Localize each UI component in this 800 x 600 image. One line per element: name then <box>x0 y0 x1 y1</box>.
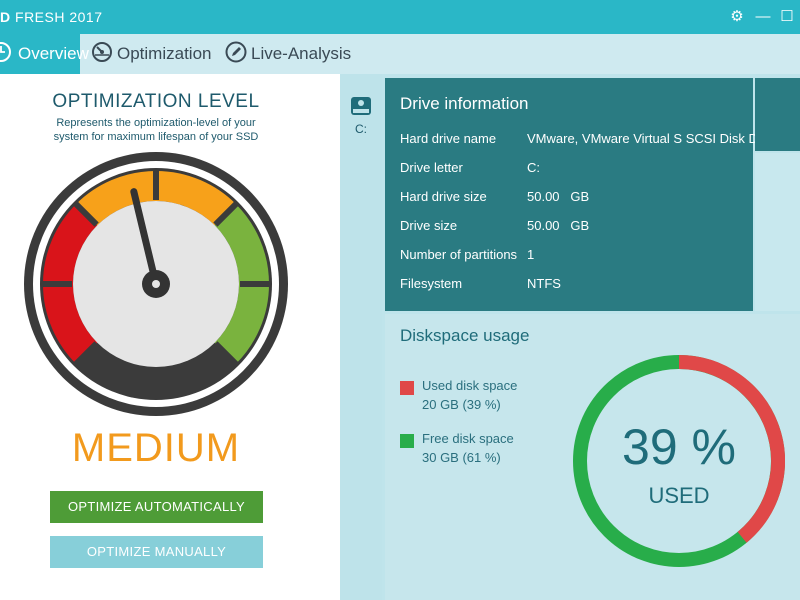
app-title: D FRESH 2017 <box>0 9 103 25</box>
drive-info-row: Drive size 50.00 GB <box>400 218 760 236</box>
drive-selector: C: SA <box>340 74 406 600</box>
optimization-level-subtitle: Represents the optimization-level of you… <box>53 117 259 143</box>
used-caption: USED <box>648 483 710 508</box>
drive-info-key: Number of partitions <box>400 247 518 262</box>
drive-info-value: 1 <box>527 247 535 262</box>
drive-c-label[interactable]: C: <box>340 122 382 136</box>
drive-info-row: Filesystem NTFS <box>400 276 760 294</box>
drive-info-key: Hard drive size <box>400 189 487 204</box>
maximize-button[interactable]: ☐ <box>776 6 798 28</box>
tab-live-analysis[interactable]: Live-Analysis <box>225 34 351 74</box>
used-swatch <box>400 381 414 395</box>
drive-info-value: NTFS <box>527 276 561 291</box>
drive-info-key: Hard drive name <box>400 131 497 146</box>
app-window: D FRESH 2017 ⚙ — ☐ Overview Optimization… <box>0 0 800 600</box>
gauge-hub-dot <box>152 280 160 288</box>
optimization-gauge <box>24 152 288 416</box>
drive-info-key: Drive letter <box>400 160 463 175</box>
drive-info-key: Filesystem <box>400 276 463 291</box>
used-disk-label: Used disk space <box>422 378 518 393</box>
drive-information-tile: Drive information Hard drive name VMware,… <box>385 78 758 311</box>
drive-info-row: Hard drive name VMware, VMware Virtual S … <box>400 131 760 149</box>
diskspace-usage-title: Diskspace usage <box>400 326 530 345</box>
pencil-icon <box>225 41 247 68</box>
drive-info-value: 50.00 GB <box>527 189 590 204</box>
hard-drive-icon[interactable] <box>349 94 373 123</box>
title-bar: D FRESH 2017 ⚙ — ☐ <box>0 0 800 34</box>
drive-info-value: 50.00 GB <box>527 218 590 233</box>
tab-optimization-label: Optimization <box>117 44 212 63</box>
settings-icon[interactable]: ⚙ <box>726 6 748 28</box>
free-swatch <box>400 434 414 448</box>
optimize-manually-button[interactable]: OPTIMIZE MANUALLY <box>50 536 263 568</box>
drive-info-row: Hard drive size 50.00 GB <box>400 189 760 207</box>
free-disk-label: Free disk space <box>422 431 514 446</box>
optimize-automatically-button[interactable]: OPTIMIZE AUTOMATICALLY <box>50 491 263 523</box>
tab-overview-label: Overview <box>18 44 89 63</box>
used-disk-value: 20 GB (39 %) <box>422 397 501 412</box>
optimization-level-title: OPTIMIZATION LEVEL <box>52 91 260 112</box>
optimization-panel: OPTIMIZATION LEVEL Represents the optimi… <box>0 74 340 600</box>
drive-info-value: VMware, VMware Virtual S SCSI Disk D <box>527 131 758 146</box>
drive-information-title: Drive information <box>400 94 529 113</box>
info-tile[interactable] <box>755 78 800 151</box>
drive-info-value: C: <box>527 160 540 175</box>
tab-bar: Overview Optimization Live-Analysis <box>0 34 800 74</box>
drive-info-row: Drive letter C: <box>400 160 760 178</box>
diskspace-usage-tile: Diskspace usage Used disk space 20 GB (39… <box>385 314 800 600</box>
tab-overview[interactable]: Overview <box>0 34 89 74</box>
optimization-level-value: MEDIUM <box>71 426 241 470</box>
overview-panel: Drive information Hard drive name VMware,… <box>382 74 800 600</box>
drive-info-key: Drive size <box>400 218 458 233</box>
minimize-button[interactable]: — <box>752 6 774 28</box>
gauge-icon <box>91 41 113 68</box>
free-disk-value: 30 GB (61 %) <box>422 450 501 465</box>
tab-optimization[interactable]: Optimization <box>91 34 211 74</box>
drive-info-row: Number of partitions 1 <box>400 247 760 265</box>
used-percent: 39 % <box>622 419 736 475</box>
clock-icon <box>0 41 14 67</box>
empty-tile <box>755 153 800 311</box>
tab-live-analysis-label: Live-Analysis <box>251 44 352 63</box>
